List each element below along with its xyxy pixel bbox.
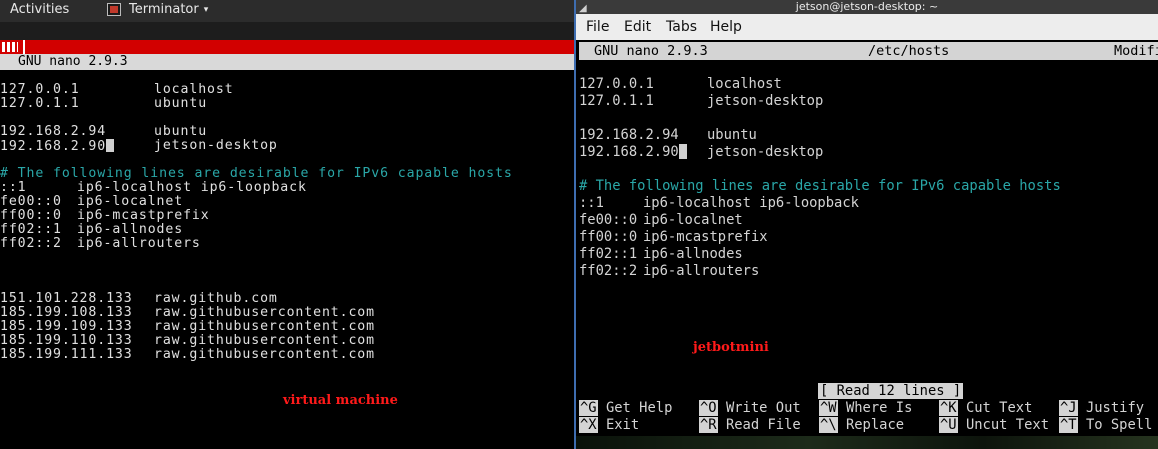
activities-button[interactable]: Activities — [10, 2, 69, 17]
shortcut-uncut-text[interactable]: ^U Uncut Text — [939, 417, 1049, 434]
text-cursor — [106, 139, 115, 152]
vm-caption: virtual machine — [283, 393, 398, 408]
nano-filename: /etc/hosts — [868, 43, 950, 59]
ipv6-line[interactable]: ff00::0 ip6-mcastprefix — [0, 209, 209, 223]
window-titlebar[interactable]: ◢ jetson@jetson-desktop: ~ — [576, 0, 1158, 14]
ipv6-line[interactable]: ff02::2 ip6-allrouters — [579, 263, 759, 280]
nano-version: GNU nano 2.9.3 — [594, 43, 708, 59]
ipv6-line[interactable]: ff02::2 ip6-allrouters — [0, 237, 200, 251]
shortcut-justify[interactable]: ^J Justify — [1059, 400, 1144, 417]
menu-edit[interactable]: Edit — [624, 19, 651, 35]
menu-tabs[interactable]: Tabs — [666, 19, 697, 35]
shortcut-to-spell[interactable]: ^T To Spell — [1059, 417, 1152, 434]
shortcut-where-is[interactable]: ^W Where Is — [819, 400, 912, 417]
app-menu-terminator[interactable]: Terminator ▾ — [107, 2, 208, 17]
ipv6-line[interactable]: ff00::0 ip6-mcastprefix — [579, 229, 768, 246]
host-line[interactable]: 127.0.1.1 jetson-desktop — [579, 93, 823, 110]
terminal-tab-strip — [0, 22, 574, 40]
shortcut-write-out[interactable]: ^O Write Out — [699, 400, 801, 417]
shortcut-replace[interactable]: ^\ Replace — [819, 417, 904, 434]
jetbot-caption: jetbotmini — [693, 340, 769, 355]
window-title: jetson@jetson-desktop: ~ — [795, 0, 939, 13]
github-host-line[interactable]: 185.199.109.133 raw.githubusercontent.com — [0, 320, 374, 334]
gnome-top-bar: Activities Terminator ▾ — [0, 0, 574, 22]
jetson-terminal-pane: ◢ jetson@jetson-desktop: ~ File Edit Tab… — [576, 0, 1158, 449]
host-line[interactable]: 192.168.2.94 ubuntu — [579, 127, 757, 144]
comment-line[interactable]: # The following lines are desirable for … — [579, 178, 1061, 195]
host-line[interactable]: 192.168.2.90 jetson-desktop — [0, 139, 277, 154]
menu-file[interactable]: File — [586, 19, 609, 35]
ipv6-line[interactable]: ff02::1 ip6-allnodes — [579, 246, 743, 263]
ipv6-line[interactable]: fe00::0 ip6-localnet — [0, 195, 182, 209]
shortcut-exit[interactable]: ^X Exit — [579, 417, 639, 434]
shortcut-get-help[interactable]: ^G Get Help — [579, 400, 672, 417]
terminator-titlebar[interactable] — [0, 40, 574, 54]
app-menu-label: Terminator — [129, 2, 199, 17]
github-host-line[interactable]: 185.199.108.133 raw.githubusercontent.com — [0, 306, 374, 320]
host-line[interactable]: 192.168.2.94 ubuntu — [0, 125, 206, 139]
github-host-line[interactable]: 185.199.111.133 raw.githubusercontent.com — [0, 348, 374, 362]
ipv6-line[interactable]: ::1 ip6-localhost ip6-loopback — [0, 181, 306, 195]
host-line[interactable]: 127.0.0.1 localhost — [0, 83, 233, 97]
nano-title-bar: GNU nano 2.9.3 — [0, 54, 574, 70]
ipv6-line[interactable]: ff02::1 ip6-allnodes — [0, 223, 182, 237]
host-line[interactable]: 127.0.1.1 ubuntu — [0, 97, 206, 111]
nano-shortcut-bar: ^G Get Help ^O Write Out ^W Where Is ^K … — [576, 400, 1158, 436]
grid-icon[interactable] — [2, 42, 18, 52]
terminal-icon — [107, 3, 121, 16]
menu-bar: File Edit Tabs Help — [576, 14, 1158, 40]
shortcut-cut-text[interactable]: ^K Cut Text — [939, 400, 1032, 417]
nano-status-message: [ Read 12 lines ] — [818, 383, 964, 399]
github-host-line[interactable]: 151.101.228.133 raw.github.com — [0, 292, 277, 306]
titlebar-separator — [23, 40, 25, 54]
github-host-line[interactable]: 185.199.110.133 raw.githubusercontent.com — [0, 334, 374, 348]
menu-help[interactable]: Help — [710, 19, 742, 35]
nano-modified-status: Modifi — [1114, 43, 1158, 59]
ipv6-line[interactable]: ::1 ip6-localhost ip6-loopback — [579, 195, 859, 212]
shortcut-read-file[interactable]: ^R Read File — [699, 417, 801, 434]
text-cursor — [678, 144, 687, 159]
ipv6-line[interactable]: fe00::0 ip6-localnet — [579, 212, 743, 229]
desktop-wallpaper-strip — [576, 436, 1158, 449]
vm-terminal-pane: Activities Terminator ▾ GNU nano 2.9.3 1… — [0, 0, 574, 449]
chevron-down-icon: ▾ — [203, 4, 209, 15]
host-line[interactable]: 192.168.2.90 jetson-desktop — [579, 144, 823, 161]
nano-header-bar: GNU nano 2.9.3 /etc/hosts Modifi — [579, 42, 1158, 60]
comment-line[interactable]: # The following lines are desirable for … — [0, 167, 513, 181]
host-line[interactable]: 127.0.0.1 localhost — [579, 76, 782, 93]
